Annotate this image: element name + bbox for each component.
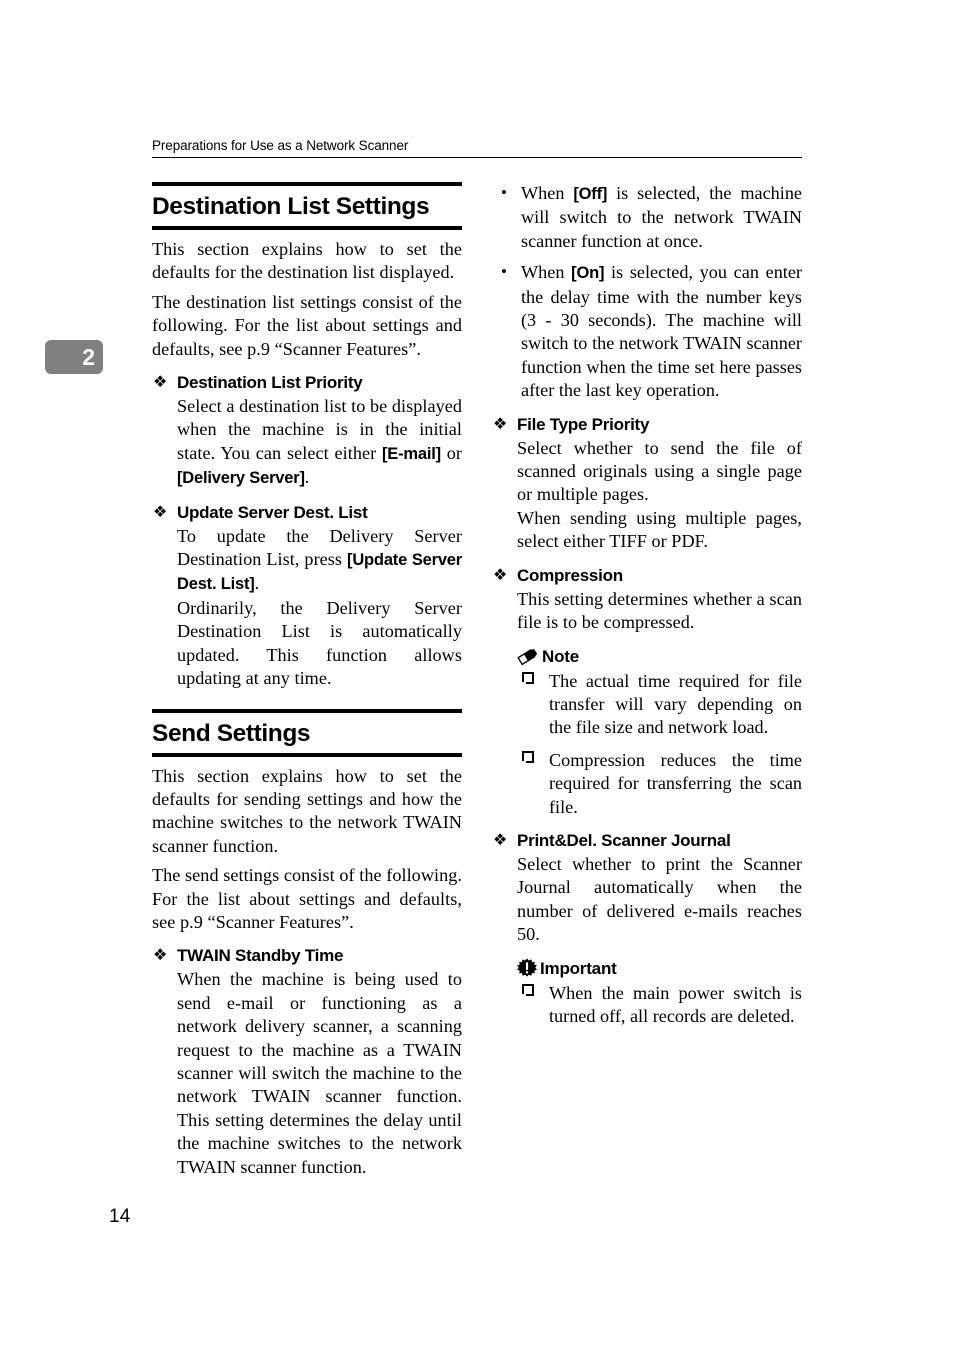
- left-column: Destination List Settings This section e…: [152, 182, 462, 1179]
- running-header: Preparations for Use as a Network Scanne…: [152, 138, 802, 158]
- feature-title: ❖ Print&Del. Scanner Journal: [492, 830, 802, 852]
- paragraph: The destination list settings consist of…: [152, 291, 462, 359]
- important-list: When the main power switch is turned off…: [517, 982, 802, 1029]
- list-item: The actual time required for file transf…: [517, 670, 802, 740]
- note-heading: Note: [517, 646, 802, 668]
- paragraph: The send settings consist of the followi…: [152, 865, 462, 932]
- heading-rule-bottom: [152, 752, 462, 757]
- paragraph-mid: or: [440, 442, 462, 463]
- paragraph: When the machine is being used to send e…: [177, 969, 462, 1177]
- heading-rule-bottom: [152, 226, 462, 230]
- item-lead: When: [521, 183, 574, 203]
- paragraph: Select whether to send the file of scann…: [517, 437, 802, 505]
- feature-block-destination-list-priority: ❖ Destination List Priority Select a des…: [152, 372, 462, 491]
- feature-body: Select whether to send the file of scann…: [492, 437, 802, 554]
- feature-title-text: Compression: [517, 565, 623, 585]
- square-bullet-icon: [521, 750, 534, 763]
- list-item: • When [On] is selected, you can enter th…: [492, 261, 802, 402]
- feature-title: ❖ Update Server Dest. List: [152, 502, 462, 524]
- feature-body: When the machine is being used to send e…: [152, 968, 462, 1179]
- paragraph: This setting determines whether a scan f…: [517, 588, 802, 633]
- paragraph-tail: .: [254, 573, 260, 594]
- section-heading-send-settings: Send Settings: [152, 708, 462, 757]
- feature-body: This setting determines whether a scan f…: [492, 588, 802, 819]
- twain-standby-options-list: • When [Off] is selected, the machine wil…: [492, 182, 802, 403]
- note-list: The actual time required for file transf…: [517, 670, 802, 819]
- feature-block-compression: ❖ Compression This setting determines wh…: [492, 565, 802, 819]
- pencil-icon: [517, 647, 538, 666]
- right-column: • When [Off] is selected, the machine wil…: [492, 182, 802, 1028]
- round-bullet-icon: •: [501, 183, 507, 202]
- round-bullet-icon: •: [501, 262, 507, 282]
- diamond-bullet-icon: ❖: [153, 372, 168, 392]
- feature-title-text: TWAIN Standby Time: [177, 946, 344, 966]
- page-number: 14: [109, 1206, 131, 1227]
- diamond-bullet-icon: ❖: [153, 945, 168, 965]
- feature-body: To update the Delivery Server Destinatio…: [152, 525, 462, 691]
- feature-title-text: File Type Priority: [517, 414, 650, 434]
- paragraph: Ordinarily, the Delivery Server Destinat…: [177, 597, 462, 689]
- chapter-tab: 2: [45, 340, 103, 374]
- note-item-text: Compression reduces the time required fo…: [549, 749, 802, 817]
- feature-title: ❖ TWAIN Standby Time: [152, 945, 462, 967]
- square-bullet-icon: [521, 671, 534, 684]
- diamond-bullet-icon: ❖: [493, 829, 508, 849]
- feature-block-file-type-priority: ❖ File Type Priority Select whether to s…: [492, 414, 802, 554]
- heading-text: Destination List Settings: [152, 193, 430, 220]
- feature-title: ❖ Compression: [492, 565, 802, 587]
- diamond-bullet-icon: ❖: [493, 564, 508, 584]
- section-heading-destination-list-settings: Destination List Settings: [152, 182, 462, 230]
- feature-body: Select a destination list to be displaye…: [152, 395, 462, 491]
- paragraph: This section explains how to set the def…: [152, 765, 462, 856]
- ui-key-email: [E-mail]: [382, 444, 441, 463]
- feature-title-text: Destination List Priority: [177, 373, 363, 393]
- feature-block-update-server-dest-list: ❖ Update Server Dest. List To update the…: [152, 502, 462, 691]
- feature-body: Select whether to print the Scanner Jour…: [492, 853, 802, 1028]
- ui-key-off: [Off]: [573, 185, 608, 203]
- important-starburst-icon: [517, 958, 537, 978]
- feature-block-print-del-scanner-journal: ❖ Print&Del. Scanner Journal Select whet…: [492, 830, 802, 1028]
- important-admonition: Important When the main power switch is …: [517, 958, 802, 1029]
- important-item-text: When the main power switch is turned off…: [549, 982, 802, 1026]
- paragraph: Select whether to print the Scanner Jour…: [517, 853, 802, 945]
- ui-key-delivery-server: [Delivery Server]: [177, 469, 305, 488]
- chapter-number: 2: [82, 344, 95, 370]
- running-head-text: Preparations for Use as a Network Scanne…: [152, 138, 409, 153]
- ui-key-on: [On]: [571, 264, 605, 283]
- list-item: When the main power switch is turned off…: [517, 982, 802, 1029]
- list-item: Compression reduces the time required fo…: [517, 749, 802, 819]
- feature-title: ❖ File Type Priority: [492, 414, 802, 436]
- paragraph: This section explains how to set the def…: [152, 239, 462, 283]
- important-heading: Important: [517, 958, 802, 980]
- diamond-bullet-icon: ❖: [153, 501, 168, 521]
- paragraph: To update the Delivery Server Destinatio…: [177, 525, 462, 597]
- document-page: Preparations for Use as a Network Scanne…: [0, 0, 954, 1351]
- note-label: Note: [542, 646, 579, 666]
- feature-title-text: Update Server Dest. List: [177, 502, 368, 522]
- important-label: Important: [540, 958, 617, 978]
- feature-title: ❖ Destination List Priority: [152, 372, 462, 394]
- list-item: • When [Off] is selected, the machine wil…: [492, 182, 802, 253]
- square-bullet-icon: [521, 983, 534, 996]
- feature-title-text: Print&Del. Scanner Journal: [517, 830, 731, 850]
- diamond-bullet-icon: ❖: [493, 413, 508, 433]
- note-item-text: The actual time required for file transf…: [549, 670, 802, 738]
- paragraph: Select a destination list to be displaye…: [177, 395, 462, 491]
- heading-text: Send Settings: [152, 719, 311, 747]
- item-tail: is selected, you can enter the delay tim…: [521, 262, 802, 401]
- note-admonition: Note The actual time required for file t…: [517, 646, 802, 819]
- item-lead: When: [521, 262, 572, 283]
- paragraph: When sending using multiple pages, selec…: [517, 507, 802, 552]
- running-head-rule: [152, 157, 802, 158]
- feature-block-twain-standby-time: ❖ TWAIN Standby Time When the machine is…: [152, 945, 462, 1179]
- paragraph-tail: .: [304, 467, 310, 488]
